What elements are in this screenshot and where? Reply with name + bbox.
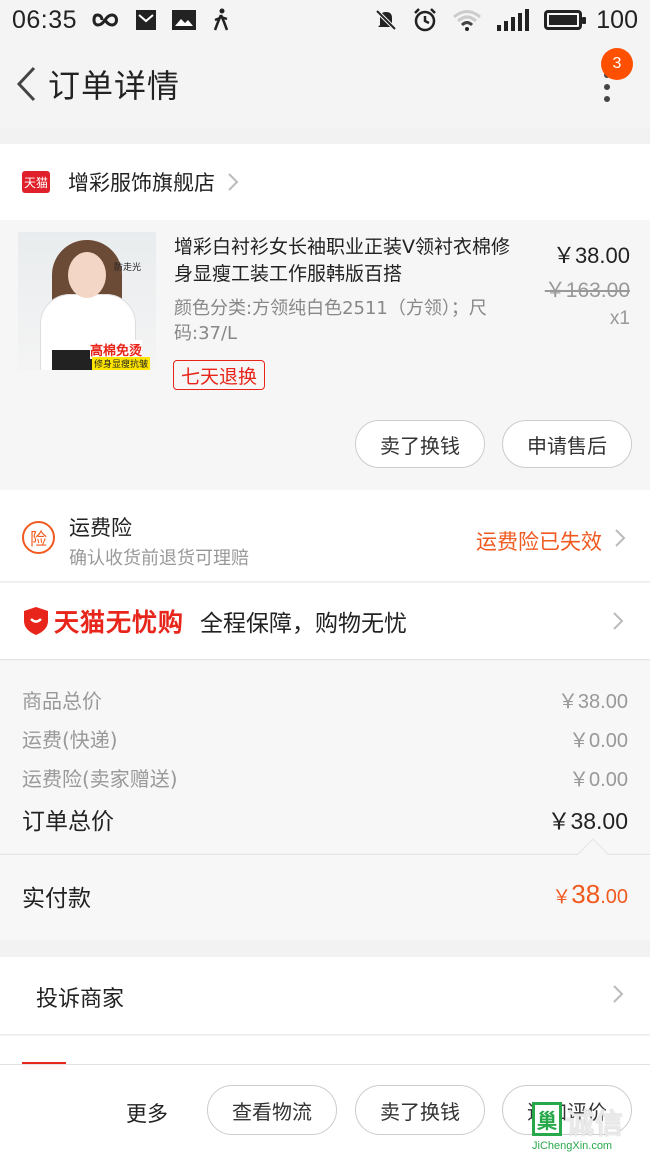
tmall-guarantee-row[interactable]: 天猫无忧购 全程保障，购物无忧 (0, 583, 650, 660)
insurance-icon: 险 (22, 521, 55, 554)
summary-row-shipping: 运费(快递) ￥0.00 (22, 724, 628, 753)
status-bar: 06:35 100 (0, 0, 650, 40)
watermark-logo: 巢 (532, 1102, 562, 1136)
shop-row[interactable]: 天猫 增彩服饰旗舰店 (0, 144, 650, 220)
insurance-subtitle: 确认收货前退货可理赔 (69, 548, 249, 569)
guarantee-brand: 天猫无忧购 (54, 608, 185, 637)
return-policy-tag: 七天退换 (173, 360, 266, 390)
thumb-tag: 防走光 (114, 263, 142, 273)
site-watermark: 巢 诚信 JiChengXin.com (532, 1100, 644, 1152)
item-price: ￥38.00 (552, 243, 630, 268)
paid-currency: ￥ (552, 887, 572, 908)
price-summary: 商品总价 ￥38.00 运费(快递) ￥0.00 运费险(卖家赠送) ￥0.00… (0, 661, 650, 853)
product-sku: 颜色分类:方领纯白色2511（方领）；尺码:37/L (174, 298, 487, 344)
summary-label: 商品总价 (22, 689, 102, 713)
paid-integer: 38 (571, 879, 601, 909)
guarantee-text: 全程保障，购物无忧 (200, 611, 408, 637)
product-thumbnail[interactable]: 防走光 高棉免烫 修身显瘦抗皱 (18, 232, 156, 370)
watermark-subtitle: JiChengXin.com (532, 1140, 613, 1152)
insurance-title: 运费险 (69, 516, 132, 540)
signal-icon (497, 9, 530, 31)
battery-icon (544, 10, 587, 30)
battery-percent: 100 (596, 5, 638, 34)
item-original-price: ￥163.00 (544, 279, 630, 302)
infinity-icon (92, 13, 119, 27)
order-total-value: ￥38.00 (547, 808, 628, 834)
status-time: 06:35 (12, 5, 78, 34)
mail-icon (136, 10, 157, 30)
walking-icon (213, 8, 229, 31)
chevron-right-icon (228, 173, 239, 191)
paid-decimal: .00 (600, 886, 628, 908)
sell-for-cash-button[interactable]: 卖了换钱 (355, 420, 485, 468)
view-logistics-button[interactable]: 查看物流 (207, 1085, 337, 1135)
shop-peek-row[interactable] (0, 1036, 650, 1070)
page-title: 订单详情 (48, 67, 181, 105)
alarm-icon (414, 8, 437, 32)
chevron-right-icon (615, 529, 626, 547)
summary-value: ￥0.00 (569, 769, 628, 791)
paid-label: 实付款 (22, 886, 91, 912)
paid-amount-row: 实付款 ￥38.00 (0, 838, 650, 940)
order-item[interactable]: 防走光 高棉免烫 修身显瘦抗皱 增彩白衬衫女长袖职业正装V领衬衣棉修身显瘦工装工… (0, 220, 650, 490)
insurance-status[interactable]: 运费险已失效 (476, 526, 602, 556)
paid-amount: ￥38.00 (552, 879, 628, 910)
product-title[interactable]: 增彩白衬衫女长袖职业正装V领衬衣棉修身显瘦工装工作服韩版百搭 (174, 234, 520, 288)
sell-for-cash-button[interactable]: 卖了换钱 (355, 1085, 485, 1135)
summary-row-total: 订单总价 ￥38.00 (22, 802, 628, 836)
title-bar: 订单详情 3 (0, 40, 650, 128)
mute-icon (375, 9, 397, 31)
shipping-insurance-row[interactable]: 险 运费险 确认收货前退货可理赔 运费险已失效 (0, 490, 650, 582)
summary-row-insurance: 运费险(卖家赠送) ￥0.00 (22, 763, 628, 792)
item-quantity: x1 (609, 308, 630, 329)
complain-label: 投诉商家 (36, 987, 125, 1012)
summary-value: ￥38.00 (557, 691, 628, 713)
order-total-label: 订单总价 (22, 809, 114, 835)
thumb-tag: 修身显瘦抗皱 (92, 357, 151, 370)
summary-label: 运费(快递) (22, 728, 118, 752)
image-message-icon (172, 10, 197, 30)
shop-name[interactable]: 增彩服饰旗舰店 (68, 167, 215, 197)
more-actions-button[interactable]: 更多 (126, 1098, 168, 1128)
notification-badge: 3 (601, 48, 633, 80)
wifi-icon (453, 10, 482, 31)
after-sale-button[interactable]: 申请售后 (502, 420, 632, 468)
shield-icon (24, 607, 48, 635)
chevron-right-icon (613, 985, 624, 1003)
summary-value: ￥0.00 (569, 730, 628, 752)
summary-row-subtotal: 商品总价 ￥38.00 (22, 685, 628, 714)
summary-label: 运费险(卖家赠送) (22, 767, 178, 791)
tmall-logo: 天猫 (22, 171, 50, 193)
back-button[interactable] (6, 54, 46, 114)
complain-merchant-row[interactable]: 投诉商家 (0, 957, 650, 1035)
chevron-right-icon (613, 612, 624, 630)
chevron-left-icon (16, 66, 36, 102)
watermark-title: 诚信 (566, 1107, 625, 1140)
